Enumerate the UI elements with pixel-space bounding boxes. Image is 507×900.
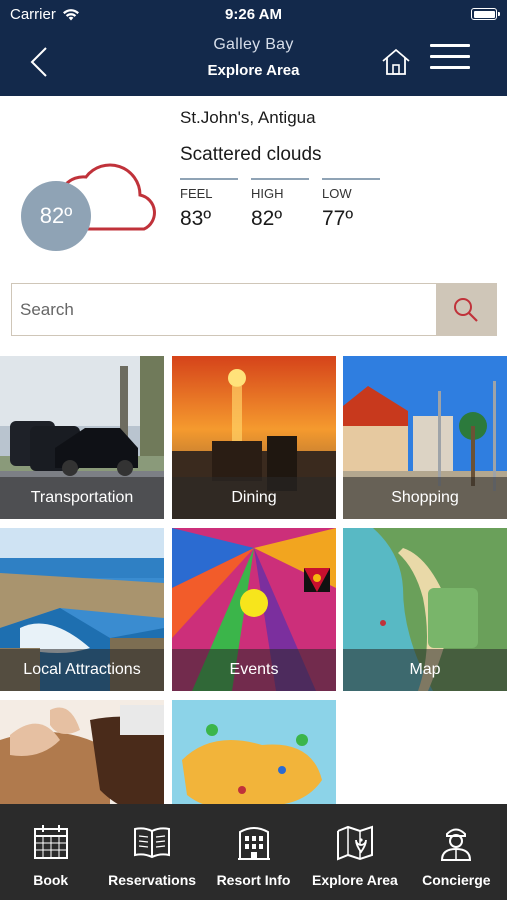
tile-events[interactable]: Events — [172, 528, 336, 691]
tab-label: Concierge — [422, 872, 491, 888]
status-bar: Carrier 9:26 AM — [0, 0, 507, 28]
battery-icon — [471, 8, 500, 20]
tab-book[interactable]: Book — [0, 804, 101, 900]
tile-shopping[interactable]: Shopping — [343, 356, 507, 519]
search-icon — [454, 297, 478, 322]
stat-label: HIGH — [251, 186, 284, 201]
weather-condition: Scattered clouds — [180, 144, 322, 165]
search-bar — [11, 283, 497, 336]
tile-label: Map — [343, 649, 507, 691]
tab-bar: Book Reservations Resort Info Explore Ar… — [0, 804, 507, 900]
nav-bar: Galley Bay Explore Area — [0, 28, 507, 96]
tile-map[interactable]: Map — [343, 528, 507, 691]
book-icon — [134, 827, 171, 859]
home-icon[interactable] — [380, 46, 412, 78]
stat-high: HIGH 82º — [251, 178, 309, 231]
stat-feel: FEEL 83º — [180, 178, 238, 231]
tab-label: Book — [33, 872, 69, 888]
tab-explore-area[interactable]: Explore Area — [304, 804, 405, 900]
tile-label: Events — [172, 649, 336, 691]
concierge-icon — [441, 828, 472, 861]
tile-label: Dining — [172, 477, 336, 519]
tab-label: Resort Info — [216, 872, 291, 888]
stat-value: 82º — [251, 207, 283, 230]
hamburger-menu-icon[interactable] — [430, 44, 470, 78]
stat-value: 83º — [180, 207, 212, 230]
stat-low: LOW 77º — [322, 178, 380, 231]
tab-reservations[interactable]: Reservations — [101, 804, 202, 900]
calendar-icon — [33, 825, 68, 859]
building-icon — [237, 827, 270, 860]
weather-panel: 82º St.John's, Antigua Scattered clouds … — [0, 96, 507, 276]
search-input[interactable] — [12, 284, 436, 335]
map-pin-icon — [336, 825, 373, 861]
tile-local-attractions[interactable]: Local Attractions — [0, 528, 164, 691]
tile-label: Local Attractions — [0, 649, 164, 691]
tile-label: Transportation — [0, 477, 164, 519]
current-temperature: 82º — [21, 181, 91, 251]
status-time: 9:26 AM — [225, 6, 282, 23]
tile-label: Shopping — [343, 477, 507, 519]
weather-location: St.John's, Antigua — [180, 108, 316, 127]
tile-transportation[interactable]: Transportation — [0, 356, 164, 519]
tile-dining[interactable]: Dining — [172, 356, 336, 519]
tab-label: Reservations — [108, 872, 197, 888]
stat-label: FEEL — [180, 186, 213, 201]
tab-resort-info[interactable]: Resort Info — [203, 804, 304, 900]
stat-label: LOW — [322, 186, 352, 201]
stat-value: 77º — [322, 207, 354, 230]
tab-label: Explore Area — [311, 872, 398, 888]
search-button[interactable] — [436, 284, 496, 335]
tab-concierge[interactable]: Concierge — [406, 804, 507, 900]
